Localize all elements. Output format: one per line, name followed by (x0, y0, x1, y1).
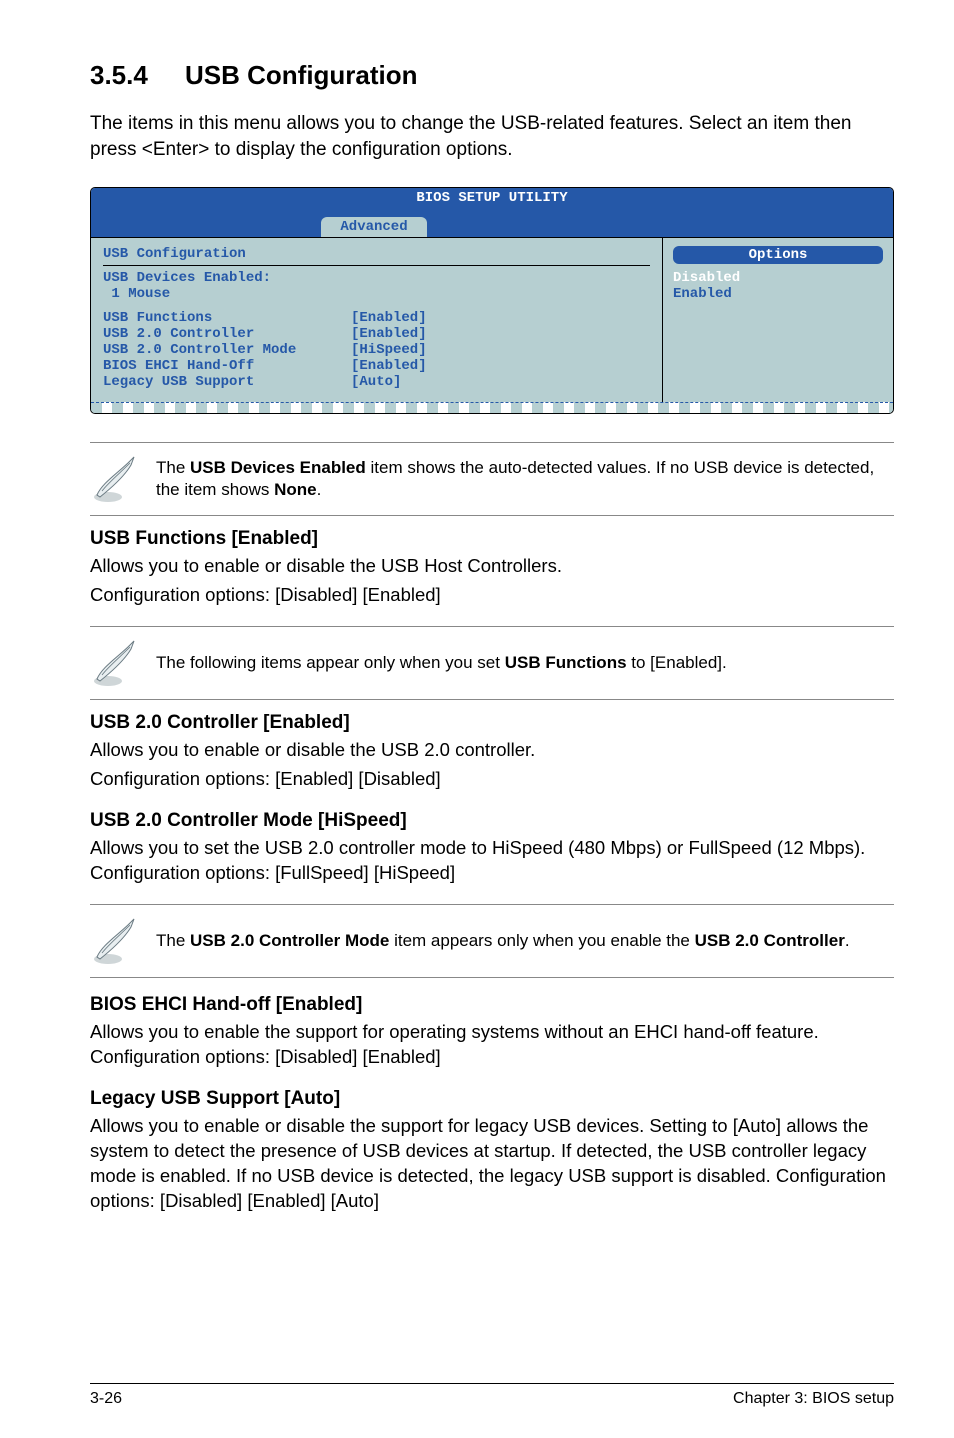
subbody: Configuration options: [Disabled] [Enabl… (90, 583, 894, 608)
subhead-legacy: Legacy USB Support [Auto] (90, 1088, 894, 1110)
bios-setting-key: Legacy USB Support (103, 374, 351, 390)
subhead-usb-functions: USB Functions [Enabled] (90, 528, 894, 550)
section-number: 3.5.4 (90, 60, 185, 91)
bios-setting-row: BIOS EHCI Hand-Off [Enabled] (103, 358, 650, 374)
subbody: Allows you to set the USB 2.0 controller… (90, 836, 894, 886)
subhead-usb20-mode: USB 2.0 Controller Mode [HiSpeed] (90, 810, 894, 832)
note-icon (90, 455, 138, 503)
bios-devices-label: USB Devices Enabled: (103, 270, 650, 286)
subbody: Allows you to enable or disable the supp… (90, 1114, 894, 1214)
bios-setting-row: Legacy USB Support [Auto] (103, 374, 650, 390)
subbody: Allows you to enable or disable the USB … (90, 738, 894, 763)
note-icon (90, 639, 138, 687)
chapter-title: Chapter 3: BIOS setup (733, 1390, 894, 1408)
intro-paragraph: The items in this menu allows you to cha… (90, 111, 894, 162)
bios-setting-value: [Enabled] (351, 326, 427, 342)
bios-setting-row: USB Functions [Enabled] (103, 310, 650, 326)
bios-setting-row: USB 2.0 Controller Mode [HiSpeed] (103, 342, 650, 358)
bios-setting-key: USB 2.0 Controller (103, 326, 351, 342)
bios-setting-value: [Auto] (351, 374, 401, 390)
bios-setting-key: BIOS EHCI Hand-Off (103, 358, 351, 374)
subbody: Allows you to enable the support for ope… (90, 1020, 894, 1070)
bios-setting-value: [HiSpeed] (351, 342, 427, 358)
note-text: The USB 2.0 Controller Mode item appears… (156, 930, 850, 952)
bios-setting-key: USB Functions (103, 310, 351, 326)
note-icon (90, 917, 138, 965)
bios-setting-key: USB 2.0 Controller Mode (103, 342, 351, 358)
bios-setting-row: USB 2.0 Controller [Enabled] (103, 326, 650, 342)
subhead-ehci: BIOS EHCI Hand-off [Enabled] (90, 994, 894, 1016)
note-text: The following items appear only when you… (156, 652, 727, 674)
bios-tab-bar: Advanced (91, 217, 893, 237)
bios-options-heading: Options (673, 246, 883, 264)
subbody: Configuration options: [Enabled] [Disabl… (90, 767, 894, 792)
note-text: The USB Devices Enabled item shows the a… (156, 457, 894, 501)
page-footer: 3-26 Chapter 3: BIOS setup (90, 1383, 894, 1418)
bios-devices-list: 1 Mouse (103, 286, 650, 302)
bios-setting-value: [Enabled] (351, 358, 427, 374)
bios-screenshot: BIOS SETUP UTILITY Advanced USB Configur… (90, 187, 894, 414)
bios-panel-heading: USB Configuration (103, 246, 650, 262)
section-heading: 3.5.4USB Configuration (90, 60, 894, 91)
bios-setting-value: [Enabled] (351, 310, 427, 326)
bios-tab-advanced: Advanced (321, 217, 427, 237)
bios-option-disabled: Disabled (673, 270, 883, 286)
subbody: Allows you to enable or disable the USB … (90, 554, 894, 579)
section-title-text: USB Configuration (185, 60, 418, 90)
bios-window-title: BIOS SETUP UTILITY (91, 188, 893, 217)
bios-option-enabled: Enabled (673, 286, 883, 302)
page-number: 3-26 (90, 1390, 122, 1408)
subhead-usb20-controller: USB 2.0 Controller [Enabled] (90, 712, 894, 734)
